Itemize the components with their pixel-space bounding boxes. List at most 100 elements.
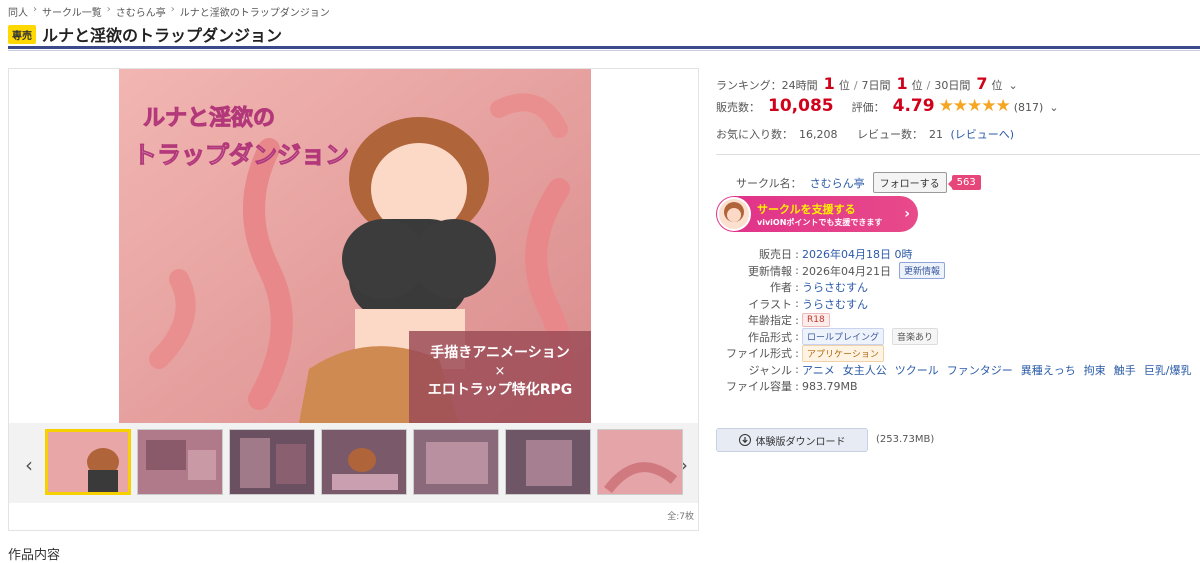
spec-label: 年齢指定	[748, 314, 792, 328]
spec-row-age: 年齢指定: R18	[716, 312, 1192, 329]
spec-row-size: ファイル容量: 983.79MB	[716, 378, 1192, 395]
favorites-row: お気に入り数： 16,208 レビュー数： 21 (レビューへ)	[716, 126, 1014, 142]
genre-link[interactable]: 拘束	[1084, 362, 1106, 378]
format-tag-music[interactable]: 音楽あり	[892, 328, 939, 346]
filetype-tag[interactable]: アプリケーション	[802, 344, 884, 362]
ranking-row: ランキング： 24時間 1 位 / 7日間 1 位 / 30日間 7 位 ⌄	[716, 74, 1018, 93]
spec-colon: :	[795, 280, 799, 294]
spec-row-genre: ジャンル: アニメ 女主人公 ツクール ファンタジー 異種えっち 拘束 触手 巨…	[716, 362, 1192, 379]
spec-label: ジャンル	[748, 363, 792, 377]
trial-download-label: 体験版ダウンロード	[755, 436, 846, 448]
genre-link[interactable]: ファンタジー	[947, 362, 1013, 378]
chevron-down-icon[interactable]: ⌄	[1049, 101, 1058, 114]
spec-label: 作品形式	[748, 330, 792, 344]
spec-row-author: 作者: うらさむすん	[716, 279, 1192, 296]
ranking-label: ランキング：	[716, 79, 782, 92]
reviews-value: 21	[929, 128, 943, 141]
genre-link[interactable]: ツクール	[895, 362, 939, 378]
cover-logo-line2: トラップダンジョン	[133, 141, 349, 169]
rating-value: 4.79	[892, 96, 935, 116]
spec-label: 更新情報	[748, 264, 792, 278]
spec-colon: :	[795, 247, 799, 261]
ranking-separator: /	[926, 79, 931, 92]
genre-link[interactable]: 巨乳/爆乳	[1144, 362, 1192, 378]
thumbnail-image	[48, 432, 128, 492]
author-link[interactable]: うらさむすん	[802, 279, 868, 295]
ranking-period: 30日間	[934, 79, 971, 92]
spec-label: 作者	[770, 281, 792, 295]
spec-table: 販売日: 2026年04月18日 0時 更新情報: 2026年04月21日 更新情…	[716, 246, 1192, 395]
circle-name-link[interactable]: さむらん亭	[810, 175, 865, 191]
thumbnail-image	[230, 430, 314, 494]
spec-label: イラスト	[748, 297, 792, 311]
reviews-link[interactable]: (レビューへ)	[951, 128, 1015, 141]
sales-value: 10,085	[768, 96, 834, 116]
cover-caption-x: ×	[495, 364, 506, 379]
circle-avatar	[717, 197, 751, 231]
reviews-label: レビュー数：	[857, 128, 923, 141]
trial-download-size: (253.73MB)	[876, 434, 935, 445]
sales-label: 販売数：	[716, 101, 760, 114]
circle-label: サークル名：	[736, 176, 802, 190]
favorites-label: お気に入り数：	[716, 128, 793, 141]
age-rating-tag[interactable]: R18	[802, 313, 830, 328]
thumbnail-7[interactable]	[597, 429, 683, 495]
trial-download-button[interactable]: 体験版ダウンロード	[716, 428, 868, 452]
follow-button[interactable]: フォローする	[872, 172, 947, 193]
support-circle-button[interactable]: サークルを支援する viviONポイントでも支援できます ›	[716, 196, 918, 232]
breadcrumb: 同人 › サークル一覧 › さむらん亭 › ルナと淫欲のトラップダンジョン	[8, 4, 330, 19]
main-product-image[interactable]: ルナと淫欲の トラップダンジョン 手描きアニメーション × エロトラップ特化RP…	[119, 69, 591, 423]
chevron-down-icon[interactable]: ⌄	[1009, 79, 1018, 92]
breadcrumb-separator: ›	[33, 4, 37, 15]
thumbnail-6[interactable]	[505, 429, 591, 495]
ranking-unit: 位	[911, 79, 923, 92]
spec-colon: :	[795, 346, 799, 360]
sales-rating-row: 販売数： 10,085 評価： 4.79 ★★★★★ (817) ⌄	[716, 96, 1059, 116]
support-title: サークルを支援する	[757, 202, 856, 216]
support-text: サークルを支援する viviONポイントでも支援できます	[757, 201, 882, 228]
rating-label: 評価：	[851, 101, 885, 114]
ranking-separator: /	[853, 79, 858, 92]
ranking-value: 1	[896, 74, 908, 93]
cover-caption-line1: 手描きアニメーション	[430, 344, 569, 361]
spec-row-release: 販売日: 2026年04月18日 0時	[716, 246, 1192, 263]
thumbnail-image	[322, 430, 406, 494]
cover-logo-line1: ルナと淫欲の	[143, 105, 275, 131]
genre-link[interactable]: アニメ	[802, 362, 835, 378]
spec-row-filetype: ファイル形式: アプリケーション	[716, 344, 1192, 362]
thumbnail-1[interactable]	[45, 429, 131, 495]
genre-link[interactable]: 触手	[1114, 362, 1136, 378]
genre-link[interactable]: 女主人公	[843, 362, 887, 378]
file-size-value: 983.79MB	[802, 379, 858, 393]
thumbnail-4[interactable]	[321, 429, 407, 495]
genre-link[interactable]: 異種えっち	[1021, 362, 1076, 378]
spec-label: ファイル容量	[726, 380, 792, 394]
thumbnail-5[interactable]	[413, 429, 499, 495]
divider	[716, 154, 1200, 155]
format-tag-rpg[interactable]: ロールプレイング	[802, 328, 885, 346]
thumbnail-image	[506, 430, 590, 494]
chevron-right-icon: ›	[904, 206, 910, 222]
update-info-tag[interactable]: 更新情報	[899, 262, 946, 280]
illustrator-link[interactable]: うらさむすん	[802, 296, 868, 312]
thumbnail-3[interactable]	[229, 429, 315, 495]
spec-colon: :	[795, 297, 799, 311]
spec-row-update: 更新情報: 2026年04月21日 更新情報	[716, 262, 1192, 280]
ranking-unit: 位	[838, 79, 850, 92]
release-date-link[interactable]: 2026年04月18日 0時	[802, 246, 912, 262]
breadcrumb-item-circle[interactable]: さむらん亭	[116, 4, 166, 19]
favorites-value: 16,208	[799, 128, 838, 141]
breadcrumb-item-doujin[interactable]: 同人	[8, 4, 28, 19]
download-icon	[738, 434, 751, 446]
thumbnail-2[interactable]	[137, 429, 223, 495]
image-gallery: ルナと淫欲の トラップダンジョン 手描きアニメーション × エロトラップ特化RP…	[8, 68, 699, 531]
prev-arrow-icon[interactable]: ‹	[21, 455, 37, 475]
ranking-value: 1	[823, 74, 835, 93]
ranking-period: 24時間	[781, 79, 818, 92]
thumbnail-image	[598, 430, 682, 494]
spec-colon: :	[795, 264, 799, 278]
support-subtitle: viviONポイントでも支援できます	[757, 217, 883, 227]
ranking-unit: 位	[991, 79, 1003, 92]
spec-colon: :	[795, 363, 799, 377]
breadcrumb-item-circle-list[interactable]: サークル一覧	[42, 4, 102, 19]
